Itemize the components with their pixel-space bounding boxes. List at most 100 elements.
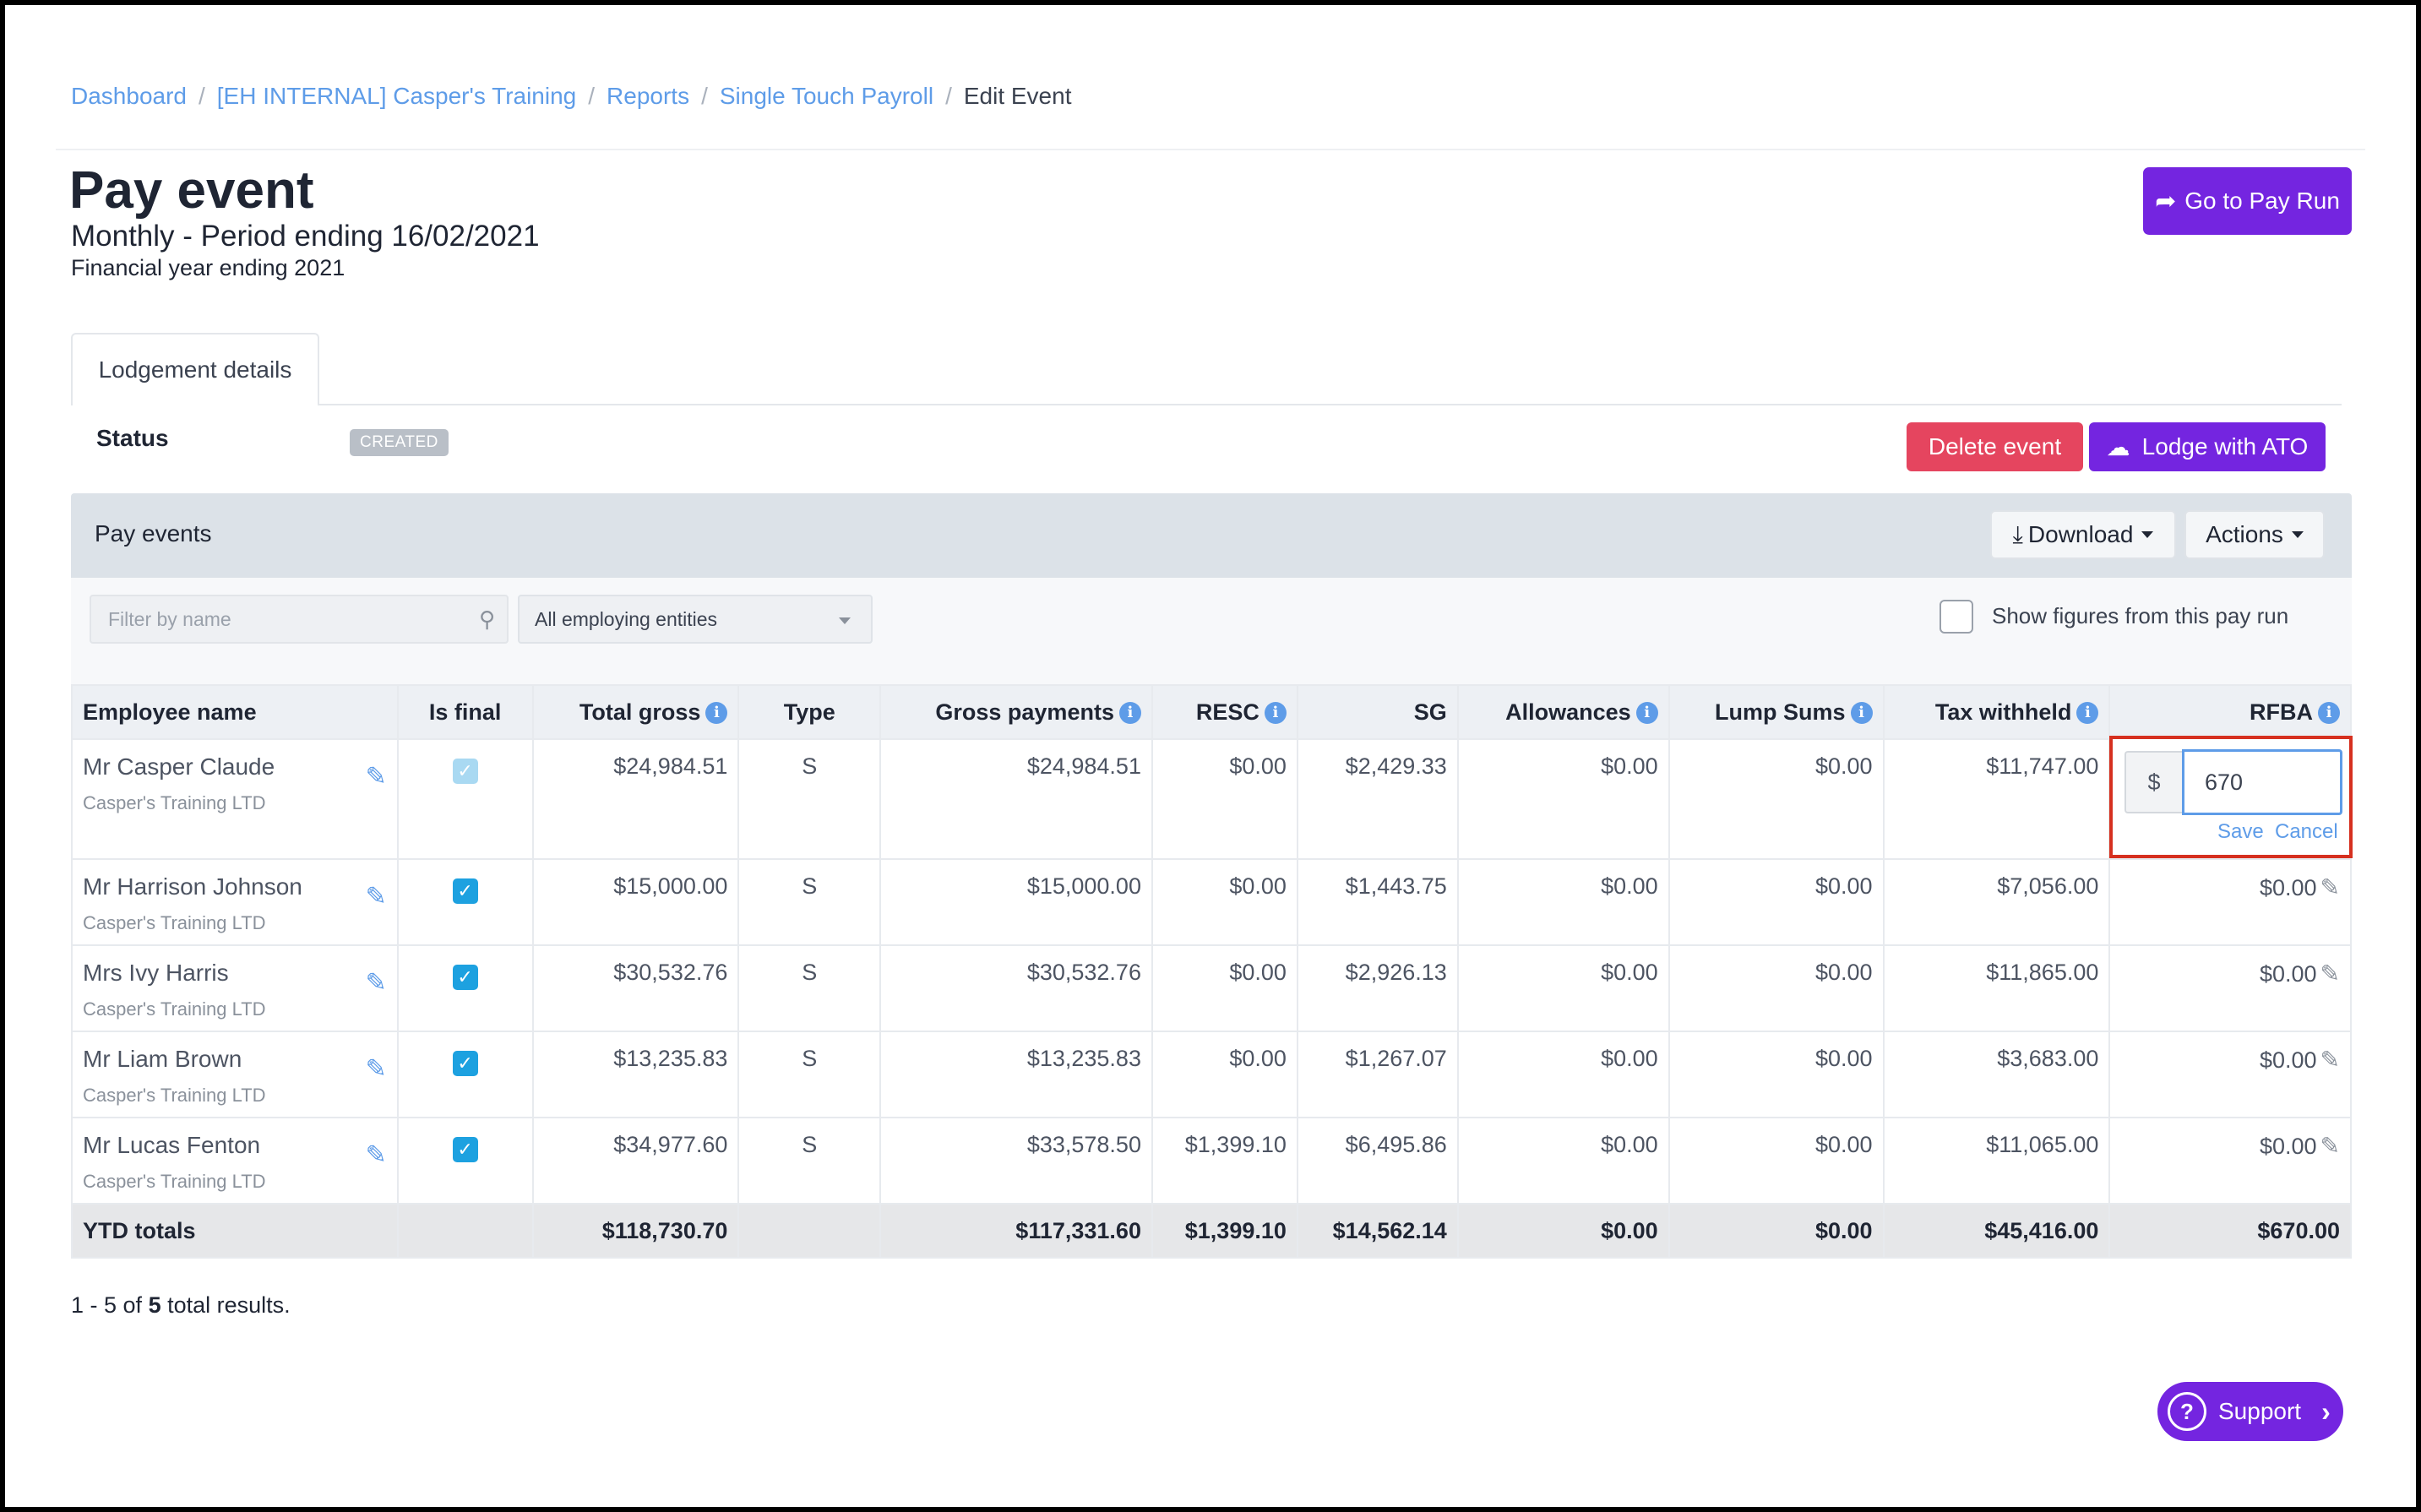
- resc-cell: $0.00: [1151, 738, 1298, 860]
- chevron-down-icon: [839, 617, 851, 624]
- employee-name[interactable]: Mr Lucas Fenton: [83, 1132, 387, 1159]
- go-to-pay-run-button[interactable]: ➦ Go to Pay Run: [2143, 167, 2352, 235]
- edit-employee-pencil-icon[interactable]: ✎: [366, 968, 387, 998]
- totals-gross-payments: $117,331.60: [879, 1203, 1153, 1259]
- tab-lodgement-details[interactable]: Lodgement details: [71, 333, 319, 405]
- gross-payments-cell: $24,984.51: [879, 738, 1153, 860]
- rfba-cancel-link[interactable]: Cancel: [2275, 820, 2338, 844]
- col-sg[interactable]: SG: [1296, 684, 1459, 740]
- col-gross-payments[interactable]: Gross payments i: [879, 684, 1153, 740]
- type-cell: S: [737, 1031, 882, 1118]
- lump-sums-cell: $0.00: [1667, 1031, 1885, 1118]
- download-button[interactable]: ⤓ Download: [1990, 510, 2176, 559]
- allowances-cell: $0.00: [1456, 738, 1670, 860]
- totals-lump-sums: $0.00: [1667, 1203, 1885, 1259]
- page-subtitle: Monthly - Period ending 16/02/2021: [71, 220, 540, 253]
- employee-company: Casper's Training LTD: [83, 912, 266, 933]
- col-lump-sums[interactable]: Lump Sums i: [1667, 684, 1885, 740]
- lump-sums-cell: $0.00: [1667, 944, 1885, 1032]
- page-title: Pay event: [69, 161, 314, 220]
- col-type[interactable]: Type: [737, 684, 882, 740]
- col-resc[interactable]: RESC i: [1151, 684, 1298, 740]
- breadcrumb-reports[interactable]: Reports: [607, 83, 689, 110]
- col-tax-withheld[interactable]: Tax withheld i: [1882, 684, 2111, 740]
- is-final-checkbox[interactable]: ✓: [452, 1051, 478, 1076]
- lodge-with-ato-button[interactable]: ☁ Lodge with ATO: [2089, 422, 2326, 471]
- allowances-cell: $0.00: [1456, 1031, 1670, 1118]
- info-icon[interactable]: i: [1850, 702, 1873, 725]
- info-icon[interactable]: i: [1635, 702, 1658, 725]
- rfba-value: $0.00: [2259, 1134, 2317, 1159]
- col-is-final[interactable]: Is final: [396, 684, 534, 740]
- employee-name[interactable]: Mr Liam Brown: [83, 1046, 387, 1073]
- table-row: ✎ Mr Lucas Fenton Casper's Training LTD …: [71, 1117, 2352, 1205]
- table-row: ✎ Mr Casper Claude Casper's Training LTD…: [71, 738, 2352, 860]
- employee-name[interactable]: Mrs Ivy Harris: [83, 960, 387, 987]
- breadcrumb-business[interactable]: [EH INTERNAL] Casper's Training: [217, 83, 576, 110]
- gross-payments-cell: $13,235.83: [879, 1031, 1153, 1118]
- is-final-checkbox[interactable]: ✓: [452, 759, 478, 784]
- edit-rfba-pencil-icon[interactable]: ✎: [2320, 1133, 2340, 1159]
- edit-rfba-pencil-icon[interactable]: ✎: [2320, 960, 2340, 987]
- col-total-gross[interactable]: Total gross i: [531, 684, 740, 740]
- is-final-cell: ✓: [396, 944, 534, 1032]
- employee-name[interactable]: Mr Casper Claude: [83, 753, 387, 780]
- filter-bar: Filter by name ⚲ All employing entities …: [71, 578, 2352, 684]
- is-final-checkbox[interactable]: ✓: [452, 1137, 478, 1162]
- tax-withheld-cell: $7,056.00: [1882, 858, 2111, 946]
- col-label: Gross payments: [935, 699, 1114, 725]
- col-rfba[interactable]: RFBA i: [2108, 684, 2352, 740]
- edit-employee-pencil-icon[interactable]: ✎: [366, 1140, 387, 1170]
- info-icon[interactable]: i: [705, 702, 728, 725]
- rfba-value: $0.00: [2259, 1047, 2317, 1073]
- table-row: ✎ Mrs Ivy Harris Casper's Training LTD ✓…: [71, 944, 2352, 1032]
- edit-employee-pencil-icon[interactable]: ✎: [366, 1054, 387, 1084]
- delete-event-button[interactable]: Delete event: [1907, 422, 2083, 471]
- col-employee-name[interactable]: Employee name: [71, 684, 399, 740]
- totals-total-gross: $118,730.70: [531, 1203, 740, 1259]
- employing-entity-select[interactable]: All employing entities: [518, 595, 873, 644]
- info-icon[interactable]: i: [2076, 702, 2099, 725]
- allowances-cell: $0.00: [1456, 858, 1670, 946]
- currency-prefix: $: [2124, 751, 2182, 813]
- breadcrumb-dashboard[interactable]: Dashboard: [71, 83, 187, 110]
- breadcrumb-separator: /: [198, 83, 205, 109]
- sg-cell: $6,495.86: [1296, 1117, 1459, 1205]
- gross-payments-cell: $15,000.00: [879, 858, 1153, 946]
- employee-name[interactable]: Mr Harrison Johnson: [83, 873, 387, 900]
- search-icon[interactable]: ⚲: [479, 606, 495, 633]
- total-gross-cell: $15,000.00: [531, 858, 740, 946]
- ytd-totals-row: YTD totals $118,730.70 $117,331.60 $1,39…: [71, 1203, 2352, 1259]
- rfba-save-link[interactable]: Save: [2217, 820, 2264, 844]
- totals-sg: $14,562.14: [1296, 1203, 1459, 1259]
- is-final-checkbox[interactable]: ✓: [452, 878, 478, 904]
- table-row: ✎ Mr Liam Brown Casper's Training LTD ✓ …: [71, 1031, 2352, 1118]
- type-cell: S: [737, 944, 882, 1032]
- edit-employee-pencil-icon[interactable]: ✎: [366, 882, 387, 911]
- totals-empty: [396, 1203, 534, 1259]
- filter-by-name-input[interactable]: Filter by name ⚲: [90, 595, 509, 644]
- go-to-pay-run-label: Go to Pay Run: [2184, 188, 2340, 214]
- sg-cell: $1,267.07: [1296, 1031, 1459, 1118]
- edit-rfba-pencil-icon[interactable]: ✎: [2320, 1047, 2340, 1073]
- info-icon[interactable]: i: [2318, 702, 2340, 725]
- employee-company: Casper's Training LTD: [83, 1171, 266, 1192]
- rfba-cell: $0.00 ✎: [2108, 1117, 2352, 1205]
- totals-rfba: $670.00: [2108, 1203, 2352, 1259]
- is-final-checkbox[interactable]: ✓: [452, 965, 478, 990]
- info-icon[interactable]: i: [1118, 702, 1141, 725]
- type-cell: S: [737, 738, 882, 860]
- rfba-input[interactable]: 670: [2182, 749, 2342, 815]
- lump-sums-cell: $0.00: [1667, 1117, 1885, 1205]
- pay-events-panel-header: Pay events ⤓ Download Actions: [71, 493, 2352, 578]
- download-label: Download: [2027, 521, 2134, 547]
- edit-employee-pencil-icon[interactable]: ✎: [366, 762, 387, 791]
- actions-button[interactable]: Actions: [2184, 510, 2325, 559]
- info-icon[interactable]: i: [1264, 702, 1287, 725]
- allowances-cell: $0.00: [1456, 1117, 1670, 1205]
- breadcrumb-stp[interactable]: Single Touch Payroll: [720, 83, 933, 110]
- show-figures-checkbox[interactable]: [1940, 600, 1973, 634]
- col-allowances[interactable]: Allowances i: [1456, 684, 1670, 740]
- edit-rfba-pencil-icon[interactable]: ✎: [2320, 874, 2340, 900]
- support-button[interactable]: ? Support ›: [2157, 1382, 2343, 1441]
